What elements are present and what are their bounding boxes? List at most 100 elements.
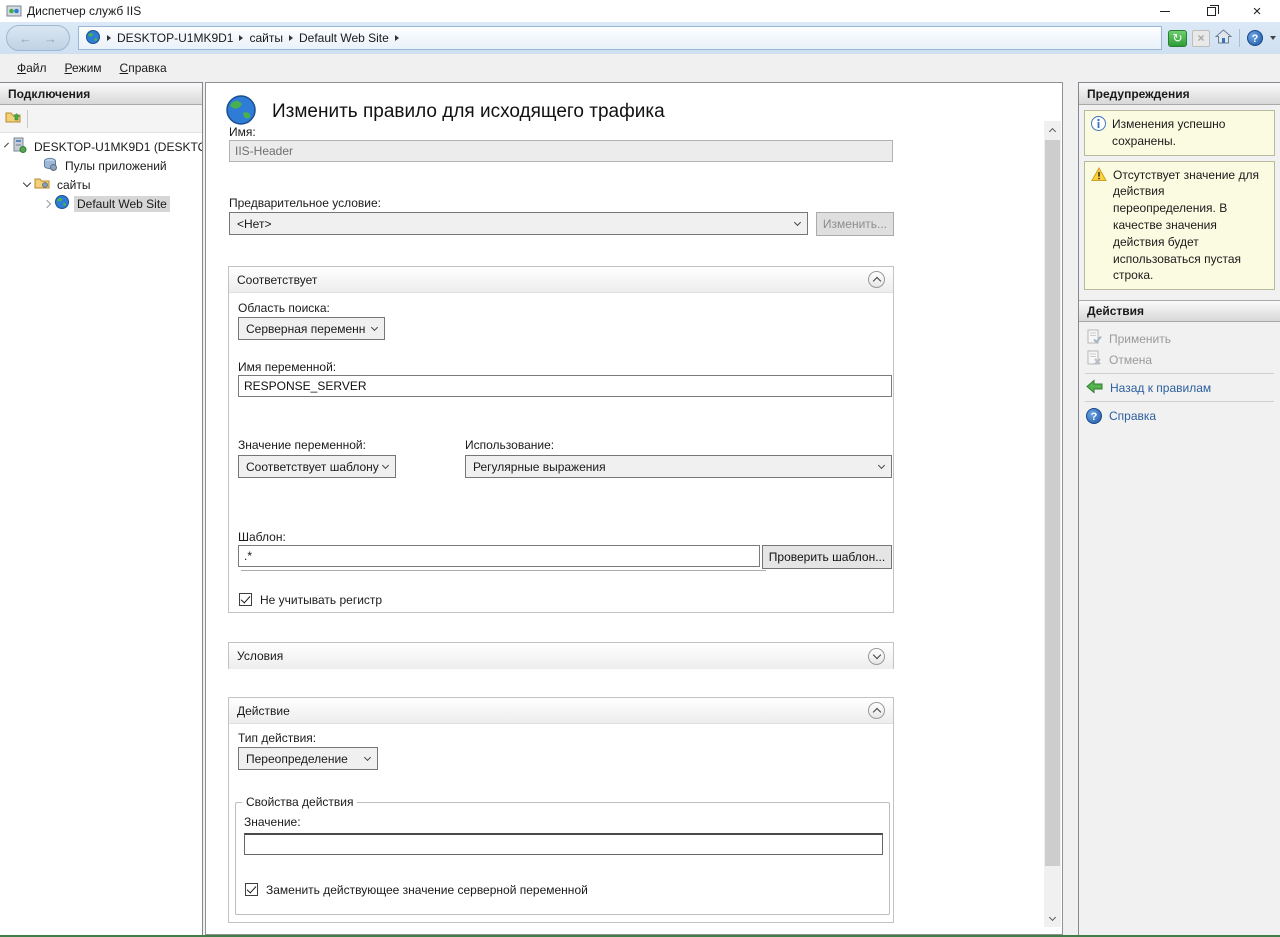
globe-icon	[85, 29, 101, 48]
help-label[interactable]: Справка	[1109, 409, 1156, 423]
conditions-section: Условия	[228, 642, 894, 669]
scrollbar-thumb[interactable]	[1045, 140, 1060, 866]
home-icon[interactable]	[1215, 28, 1232, 48]
vertical-scrollbar[interactable]	[1044, 121, 1061, 927]
breadcrumb-sites[interactable]: сайты	[249, 31, 283, 45]
help-icon: ?	[1086, 408, 1102, 424]
connections-panel: Подключения DESKTOP-U1MK9D1 (DESKTOP Пул…	[0, 82, 203, 935]
scope-select[interactable]: Серверная переменн	[238, 317, 385, 340]
value-input[interactable]	[244, 833, 883, 855]
tree-item-label: DESKTOP-U1MK9D1 (DESKTOP	[31, 139, 202, 155]
right-panel: Предупреждения Изменения успешно сохране…	[1078, 82, 1280, 935]
variable-value-select[interactable]: Соответствует шаблону	[238, 455, 396, 478]
info-icon	[1091, 116, 1106, 150]
scope-value: Серверная переменн	[246, 322, 365, 336]
restore-icon	[1207, 7, 1216, 16]
replace-value-label: Заменить действующее значение серверной …	[266, 883, 588, 897]
back-to-rules-label[interactable]: Назад к правилам	[1110, 381, 1211, 395]
chevron-down-icon	[382, 462, 389, 469]
crumb-arrow-icon[interactable]	[239, 35, 243, 41]
cancel-icon	[1086, 350, 1102, 369]
alerts-header: Предупреждения	[1079, 83, 1280, 105]
expand-section-button[interactable]	[868, 648, 885, 665]
focus-underline	[241, 570, 766, 571]
tree-item-app-pools[interactable]: Пулы приложений	[0, 156, 202, 175]
alert-text: Изменения успешно сохранены.	[1112, 116, 1268, 150]
value-label: Значение:	[244, 815, 301, 829]
crumb-arrow-icon[interactable]	[395, 35, 399, 41]
crumb-arrow-icon[interactable]	[107, 35, 111, 41]
app-pools-icon	[42, 156, 58, 175]
precondition-label: Предварительное условие:	[229, 196, 381, 210]
sites-folder-icon	[34, 175, 50, 194]
action-section-title: Действие	[237, 704, 290, 718]
chevron-down-icon	[878, 462, 885, 469]
restore-button[interactable]	[1188, 0, 1234, 22]
crumb-arrow-icon[interactable]	[289, 35, 293, 41]
menu-help[interactable]: Справка	[111, 58, 176, 78]
expanded-chevron-icon[interactable]	[23, 179, 31, 187]
connections-tree: DESKTOP-U1MK9D1 (DESKTOP Пулы приложений…	[0, 133, 202, 213]
conditions-section-title: Условия	[237, 649, 283, 663]
chevron-down-icon	[794, 219, 801, 226]
match-section: Соответствует Область поиска: Серверная …	[228, 266, 894, 613]
test-pattern-button[interactable]: Проверить шаблон...	[762, 545, 892, 569]
chevron-up-icon	[872, 708, 880, 716]
address-bar: ← → DESKTOP-U1MK9D1 сайты Default Web Si…	[0, 22, 1280, 54]
ignore-case-label: Не учитывать регистр	[260, 593, 382, 607]
action-properties-group: Свойства действия Значение: Заменить дей…	[235, 795, 890, 915]
breadcrumb-default-web-site[interactable]: Default Web Site	[299, 31, 389, 45]
replace-value-checkbox[interactable]	[245, 883, 258, 896]
scroll-down-button[interactable]	[1044, 910, 1061, 927]
actions-separator	[1085, 373, 1274, 374]
back-icon[interactable]: ←	[19, 31, 32, 46]
tree-item-label: Пулы приложений	[62, 158, 170, 174]
variable-name-label: Имя переменной:	[238, 360, 336, 374]
chevron-down-icon	[371, 324, 378, 331]
save-connection-icon[interactable]	[5, 109, 21, 128]
action-type-label: Тип действия:	[238, 731, 316, 745]
apply-action: Применить	[1079, 328, 1280, 349]
action-section: Действие Тип действия: Переопределение С…	[228, 697, 894, 923]
connections-toolbar	[0, 105, 202, 133]
collapse-section-button[interactable]	[868, 702, 885, 719]
collapse-section-button[interactable]	[868, 271, 885, 288]
warning-icon	[1091, 167, 1107, 285]
breadcrumb-server[interactable]: DESKTOP-U1MK9D1	[117, 31, 233, 45]
toolbar-separator	[27, 110, 28, 128]
back-to-rules-action[interactable]: Назад к правилам	[1079, 377, 1280, 398]
menu-view[interactable]: Режим	[56, 58, 111, 78]
scroll-up-button[interactable]	[1044, 121, 1061, 138]
forward-icon[interactable]: →	[44, 31, 57, 46]
variable-name-input[interactable]	[238, 375, 892, 397]
using-select[interactable]: Регулярные выражения	[465, 455, 892, 478]
help-icon[interactable]: ?	[1247, 30, 1263, 46]
pattern-input[interactable]	[238, 545, 760, 567]
ignore-case-checkbox[interactable]	[239, 593, 252, 606]
close-button[interactable]: ×	[1234, 0, 1280, 22]
tree-item-label: сайты	[54, 177, 94, 193]
variable-value-value: Соответствует шаблону	[246, 460, 379, 474]
breadcrumb[interactable]: DESKTOP-U1MK9D1 сайты Default Web Site	[78, 26, 1162, 50]
connections-header: Подключения	[0, 83, 202, 105]
chevron-down-icon	[1049, 913, 1056, 920]
tree-item-server[interactable]: DESKTOP-U1MK9D1 (DESKTOP	[0, 137, 202, 156]
tree-item-default-web-site[interactable]: Default Web Site	[0, 194, 202, 213]
menu-file[interactable]: Файл	[8, 58, 56, 78]
expanded-chevron-icon[interactable]	[4, 143, 9, 148]
nav-back-forward[interactable]: ← →	[6, 25, 70, 51]
action-type-value: Переопределение	[246, 752, 348, 766]
pattern-label: Шаблон:	[238, 530, 286, 544]
action-type-select[interactable]: Переопределение	[238, 747, 378, 770]
refresh-icon[interactable]: ↻	[1168, 30, 1187, 47]
cancel-label: Отмена	[1109, 353, 1152, 367]
page-title: Изменить правило для исходящего трафика	[272, 101, 665, 123]
collapsed-chevron-icon[interactable]	[43, 199, 51, 207]
help-dropdown-icon[interactable]	[1270, 36, 1276, 40]
title-bar: Диспетчер служб IIS ×	[0, 0, 1280, 22]
help-action[interactable]: ? Справка	[1079, 405, 1280, 426]
precondition-select[interactable]: <Нет>	[229, 212, 808, 235]
edit-precondition-button[interactable]: Изменить...	[816, 212, 894, 236]
minimize-button[interactable]	[1142, 0, 1188, 22]
tree-item-sites[interactable]: сайты	[0, 175, 202, 194]
